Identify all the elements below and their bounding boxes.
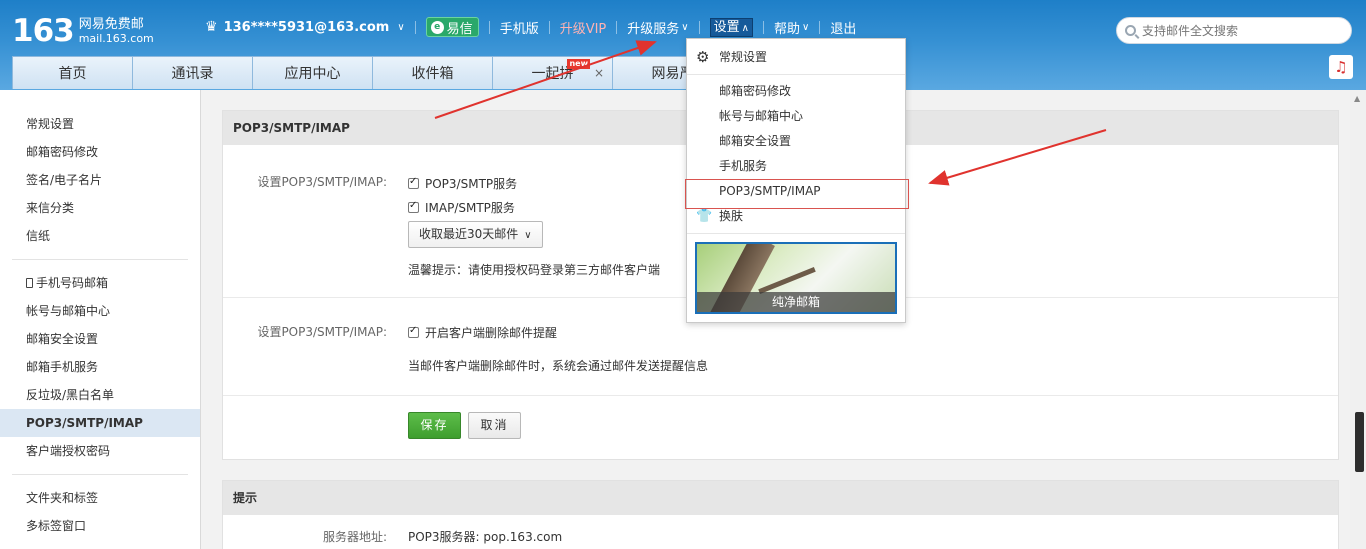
vip-link[interactable]: 升级VIP — [560, 18, 607, 37]
tab-label: 通讯录 — [171, 66, 214, 82]
phone-icon — [26, 278, 33, 288]
option-label: POP3/SMTP服务 — [425, 177, 518, 191]
yixin-icon: e — [430, 20, 444, 34]
delete-notify-checkbox[interactable] — [408, 325, 419, 338]
sidebar-item-antispam[interactable]: 反垃圾/黑白名单 — [0, 381, 200, 409]
gear-icon: ⚙ — [696, 48, 710, 66]
yixin-button[interactable]: e 易信 — [425, 17, 479, 37]
sidebar-item-account-center[interactable]: 帐号与邮箱中心 — [0, 297, 200, 325]
logo-title: 网易免费邮 — [78, 17, 144, 32]
divider — [12, 259, 188, 260]
chevron-down-icon: ∨ — [524, 230, 532, 241]
panel-title: 提示 — [223, 481, 1338, 515]
fetch-range-select[interactable]: 收取最近30天邮件 ∨ — [408, 221, 543, 248]
imap-option[interactable]: IMAP/SMTP服务 — [408, 199, 515, 216]
logo[interactable]: 163 网易免费邮 mail.163.com — [12, 14, 154, 48]
select-value: 收取最近30天邮件 — [419, 227, 519, 241]
menu-label: 换肤 — [719, 209, 744, 223]
tab-app-center[interactable]: 应用中心 — [252, 56, 373, 89]
sidebar-item-label: 手机号码邮箱 — [36, 276, 109, 290]
tab-inbox[interactable]: 收件箱 — [372, 56, 493, 89]
sidebar-item-mobile-service[interactable]: 邮箱手机服务 — [0, 353, 200, 381]
pop3-checkbox[interactable] — [408, 176, 419, 189]
sidebar-item-phone-mailbox[interactable]: 手机号码邮箱 — [0, 269, 200, 297]
sidebar-item-password[interactable]: 邮箱密码修改 — [0, 138, 200, 166]
divider — [12, 474, 188, 475]
menu-item-security[interactable]: 邮箱安全设置 — [687, 129, 905, 154]
branch-image — [758, 266, 816, 295]
tab-bar: 首页 通讯录 应用中心 收件箱 一起拼 new × 网易严 — [12, 56, 733, 90]
menu-item-mobile-service[interactable]: 手机服务 — [687, 154, 905, 179]
sidebar-item-signature[interactable]: 签名/电子名片 — [0, 166, 200, 194]
close-icon[interactable]: × — [594, 66, 604, 80]
server-label: 服务器地址: — [322, 530, 387, 544]
help-link[interactable]: 帮助 — [774, 18, 800, 37]
top-header: 163 网易免费邮 mail.163.com ♛ 136****5931@163… — [0, 0, 1366, 90]
chevron-down-icon: ∨ — [681, 21, 689, 33]
option-label: IMAP/SMTP服务 — [425, 201, 515, 215]
tip-text: 温馨提示：请使用授权码登录第三方邮件客户端 — [408, 263, 661, 277]
tab-contacts[interactable]: 通讯录 — [132, 56, 253, 89]
menu-item-pop3[interactable]: POP3/SMTP/IMAP — [687, 179, 905, 204]
settings-dropdown: ⚙ 常规设置 邮箱密码修改 帐号与邮箱中心 邮箱安全设置 手机服务 POP3/SM… — [685, 38, 909, 323]
skin-preview[interactable]: 纯净邮箱 — [695, 242, 897, 314]
settings-label: 设置 — [713, 19, 740, 35]
account-name[interactable]: 136****5931@163.com — [224, 20, 390, 35]
chevron-up-icon: ∧ — [741, 22, 749, 34]
crown-icon: ♛ — [205, 19, 218, 35]
save-button[interactable]: 保存 — [408, 412, 461, 439]
tab-group-buy[interactable]: 一起拼 new × — [492, 56, 613, 89]
yixin-label: 易信 — [446, 21, 473, 37]
sidebar-item-folders[interactable]: 文件夹和标签 — [0, 484, 200, 512]
music-icon[interactable]: ♫ — [1329, 55, 1353, 79]
sidebar-item-security[interactable]: 邮箱安全设置 — [0, 325, 200, 353]
skin-caption: 纯净邮箱 — [697, 292, 895, 312]
sidebar-item-general[interactable]: 常规设置 — [0, 110, 200, 138]
chevron-down-icon[interactable]: ∨ — [397, 22, 404, 33]
cancel-button[interactable]: 取消 — [468, 412, 521, 439]
tab-home[interactable]: 首页 — [12, 56, 133, 89]
top-nav: ♛ 136****5931@163.com ∨ e 易信 手机版 升级VIP 升级… — [200, 16, 856, 38]
scroll-thumb[interactable] — [1355, 412, 1364, 472]
scroll-up-icon[interactable]: ▲ — [1354, 94, 1360, 103]
option-label: 开启客户端删除邮件提醒 — [425, 326, 558, 340]
tab-label: 首页 — [58, 66, 87, 82]
divider — [687, 233, 905, 234]
pop3-option[interactable]: POP3/SMTP服务 — [408, 175, 517, 192]
actions-row: 保存 取消 — [223, 396, 1338, 460]
chevron-down-icon: ∨ — [801, 21, 810, 33]
upgrade-service-link[interactable]: 升级服务 — [627, 18, 679, 37]
logo-domain: mail.163.com — [78, 32, 154, 45]
search-box[interactable] — [1116, 17, 1352, 44]
sidebar-item-stationery[interactable]: 信纸 — [0, 222, 200, 250]
delete-notify-desc: 当邮件客户端删除邮件时，系统会通过邮件发送提醒信息 — [408, 359, 709, 373]
mobile-link[interactable]: 手机版 — [500, 18, 539, 37]
logo-number: 163 — [12, 13, 75, 49]
shirt-icon: 👕 — [696, 209, 713, 224]
server-value: POP3服务器: pop.163.com — [408, 530, 563, 544]
imap-checkbox[interactable] — [408, 200, 419, 213]
sidebar-item-auth-code[interactable]: 客户端授权密码 — [0, 437, 200, 465]
scrollbar[interactable]: ▲ — [1350, 90, 1366, 549]
tab-label: 应用中心 — [284, 66, 341, 82]
row-label: 设置POP3/SMTP/IMAP: — [257, 325, 387, 339]
delete-notify-option[interactable]: 开启客户端删除邮件提醒 — [408, 324, 557, 341]
settings-button[interactable]: 设置 ∧ — [709, 17, 753, 37]
tips-panel: 提示 服务器地址: POP3服务器: pop.163.com — [222, 480, 1339, 549]
menu-label: 常规设置 — [719, 50, 768, 64]
search-input[interactable] — [1142, 23, 1342, 38]
menu-item-general[interactable]: ⚙ 常规设置 — [687, 39, 905, 75]
sidebar-item-multi-tab[interactable]: 多标签窗口 — [0, 512, 200, 540]
search-icon[interactable] — [1125, 25, 1136, 36]
tab-label: 收件箱 — [411, 66, 454, 82]
sidebar-item-mail-filter[interactable]: 来信分类 — [0, 194, 200, 222]
menu-item-skin[interactable]: 👕 换肤 — [687, 204, 905, 229]
settings-sidebar: 常规设置 邮箱密码修改 签名/电子名片 来信分类 信纸 手机号码邮箱 帐号与邮箱… — [0, 90, 201, 549]
menu-item-account-center[interactable]: 帐号与邮箱中心 — [687, 104, 905, 129]
menu-item-password[interactable]: 邮箱密码修改 — [687, 79, 905, 104]
new-badge: new — [567, 59, 590, 69]
logout-link[interactable]: 退出 — [830, 18, 856, 37]
row-label: 设置POP3/SMTP/IMAP: — [257, 175, 387, 189]
sidebar-item-pop3[interactable]: POP3/SMTP/IMAP — [0, 409, 200, 437]
